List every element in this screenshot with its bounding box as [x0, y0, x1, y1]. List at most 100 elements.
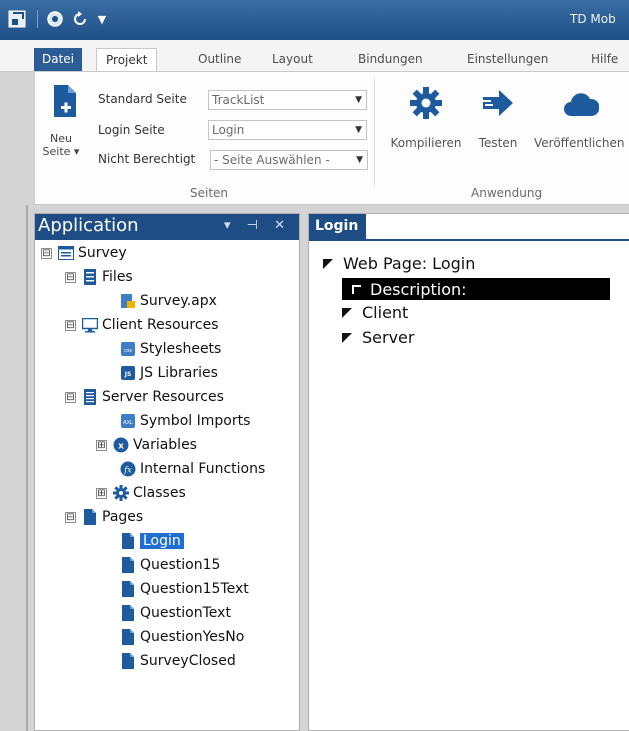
- outline-item-label: Description:: [370, 279, 467, 299]
- tree-node-label: Question15: [140, 557, 221, 573]
- left-edge-bar: [26, 205, 28, 731]
- login-seite-select[interactable]: Login ▼: [208, 120, 367, 140]
- tab-bindungen[interactable]: Bindungen: [349, 48, 432, 72]
- pages-icon: [82, 509, 98, 525]
- titlebar-separator: [37, 10, 38, 28]
- tree-node-label: QuestionText: [140, 605, 231, 621]
- tree-node-label: Symbol Imports: [140, 413, 251, 429]
- tree-node-label: JS Libraries: [140, 365, 218, 381]
- new-page-icon[interactable]: [53, 84, 77, 118]
- title-bar: ▼ TD Mob: [0, 0, 629, 40]
- monitor-icon: [82, 317, 98, 333]
- undo-icon[interactable]: [69, 9, 91, 29]
- function-icon: fx: [120, 461, 136, 477]
- chevron-down-icon: ▼: [355, 125, 362, 135]
- gear-icon: [410, 87, 442, 119]
- css-icon: css: [120, 341, 136, 357]
- expand-toggle[interactable]: ⊞: [96, 439, 107, 451]
- svg-text:fx: fx: [123, 466, 132, 475]
- kompilieren-label: Kompilieren: [390, 136, 462, 150]
- tree-node-variables[interactable]: ⊞ x Variables: [96, 433, 197, 457]
- js-icon: JS: [120, 365, 136, 381]
- collapse-triangle-icon[interactable]: [342, 332, 352, 343]
- tree-node-label: Survey: [78, 245, 127, 261]
- tree-node-server-resources[interactable]: ⊟ Server Resources: [65, 385, 224, 409]
- outline-item-label: Client: [362, 303, 409, 322]
- tree-node-files[interactable]: ⊟ Files: [65, 265, 133, 289]
- outline-item-description[interactable]: Description:: [342, 278, 610, 300]
- testen-label: Testen: [478, 136, 518, 150]
- tree-node-client-resources[interactable]: ⊟ Client Resources: [65, 313, 218, 337]
- editor-tab-login[interactable]: Login: [309, 214, 366, 240]
- tab-hilfe[interactable]: Hilfe: [582, 48, 627, 72]
- tree-node-stylesheets[interactable]: css Stylesheets: [120, 337, 221, 361]
- quick-access-dropdown-icon[interactable]: ▼: [94, 9, 110, 29]
- outline-item-client[interactable]: Client: [342, 303, 408, 322]
- tab-projekt[interactable]: Projekt: [96, 48, 158, 73]
- window-title: TD Mob: [570, 12, 616, 26]
- tab-layout[interactable]: Layout: [263, 48, 322, 72]
- project-icon: [58, 245, 74, 261]
- collapse-triangle-icon[interactable]: [342, 307, 352, 318]
- nicht-berechtigt-select[interactable]: - Seite Auswählen - ▼: [210, 150, 368, 170]
- tree-node-questionyesno[interactable]: QuestionYesNo: [120, 625, 244, 649]
- ribbon-panel: Neu Seite ▾ Standard Seite TrackList ▼ Lo…: [34, 71, 629, 205]
- panel-window-controls[interactable]: ▾ ⊣ ✕: [224, 214, 291, 238]
- tree-node-question15text[interactable]: Question15Text: [120, 577, 249, 601]
- page-icon: [120, 557, 136, 573]
- tree-node-survey[interactable]: ⊟ Survey: [41, 241, 127, 265]
- svg-text:css: css: [124, 348, 132, 354]
- tree-node-label: Survey.apx: [140, 293, 217, 309]
- tree-node-label: Client Resources: [102, 317, 219, 333]
- tab-datei[interactable]: Datei: [34, 48, 83, 72]
- save-icon[interactable]: [44, 9, 66, 29]
- tree-node-label: Pages: [102, 509, 144, 525]
- collapse-toggle[interactable]: ⊟: [65, 511, 76, 523]
- application-panel-title: Application: [38, 215, 139, 236]
- collapse-toggle[interactable]: ⊟: [65, 319, 76, 331]
- expand-toggle[interactable]: ⊞: [96, 487, 107, 499]
- tree-node-login[interactable]: Login: [120, 529, 184, 553]
- tree-node-survey-apx[interactable]: Survey.apx: [120, 289, 217, 313]
- seiten-group-label: Seiten: [190, 186, 229, 200]
- standard-seite-select[interactable]: TrackList ▼: [208, 90, 367, 110]
- page-icon: [120, 629, 136, 645]
- tree-node-label: SurveyClosed: [140, 653, 236, 669]
- chevron-down-icon: ▼: [355, 95, 362, 105]
- tree-node-label: Classes: [133, 485, 186, 501]
- files-icon: [82, 269, 98, 285]
- tree-node-label: QuestionYesNo: [140, 629, 245, 645]
- standard-seite-value: TrackList: [212, 93, 265, 107]
- collapse-toggle[interactable]: ⊟: [41, 247, 52, 259]
- outline-item-web-page[interactable]: Web Page: Login: [323, 254, 475, 273]
- page-icon: [120, 653, 136, 669]
- tree-node-internal-functions[interactable]: fx Internal Functions: [120, 457, 265, 481]
- tree-node-symbol-imports[interactable]: AXL Symbol Imports: [120, 409, 250, 433]
- server-doc-icon: [82, 389, 98, 405]
- tab-einstellungen[interactable]: Einstellungen: [458, 48, 557, 72]
- outline-item-label: Server: [362, 328, 415, 347]
- testen-button[interactable]: Testen: [473, 86, 523, 156]
- nicht-berechtigt-value: - Seite Auswählen -: [214, 153, 330, 167]
- tab-outline[interactable]: Outline: [189, 48, 250, 72]
- collapse-triangle-icon[interactable]: [323, 258, 333, 269]
- outline-item-server[interactable]: Server: [342, 328, 414, 347]
- new-page-button[interactable]: Neu Seite ▾: [41, 132, 81, 158]
- page-icon: [120, 581, 136, 597]
- left-edge-strip: [0, 205, 34, 731]
- tree-node-surveyclosed[interactable]: SurveyClosed: [120, 649, 236, 673]
- tree-node-questiontext[interactable]: QuestionText: [120, 601, 231, 625]
- outline-editor[interactable]: Login Web Page: Login Description: Clien…: [308, 213, 629, 731]
- kompilieren-button[interactable]: Kompilieren: [385, 86, 467, 156]
- tree-node-label: Stylesheets: [140, 341, 222, 357]
- collapse-toggle[interactable]: ⊟: [65, 391, 76, 403]
- collapse-toggle[interactable]: ⊟: [65, 271, 76, 283]
- veroeffentlichen-button[interactable]: Veröffentlichen: [532, 86, 629, 156]
- tree-node-pages[interactable]: ⊟ Pages: [65, 505, 143, 529]
- tree-node-question15[interactable]: Question15: [120, 553, 220, 577]
- tree-node-classes[interactable]: ⊞ Classes: [96, 481, 186, 505]
- app-menu-icon[interactable]: [6, 9, 28, 29]
- variable-icon: x: [113, 437, 129, 453]
- svg-text:AXL: AXL: [123, 420, 133, 426]
- tree-node-js-libraries[interactable]: JS JS Libraries: [120, 361, 218, 385]
